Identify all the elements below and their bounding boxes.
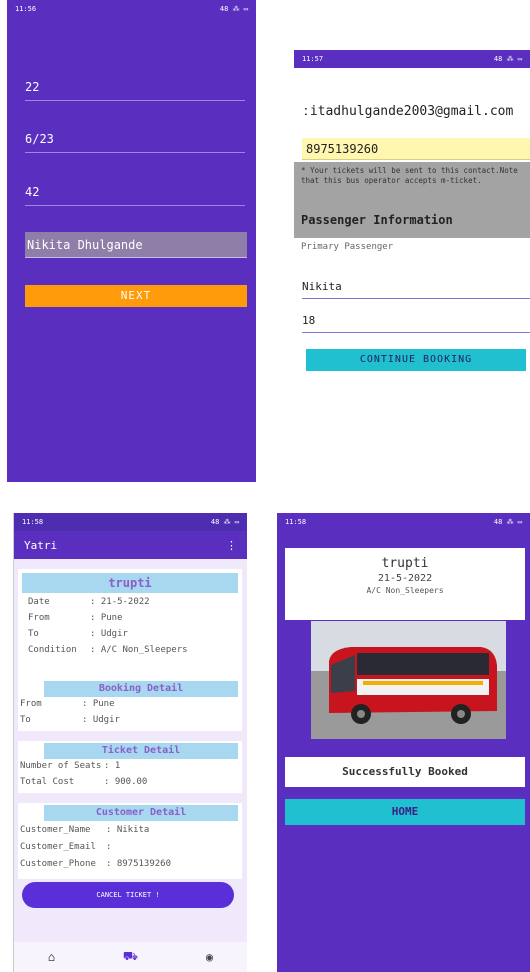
status-time: 11:57 <box>302 55 324 63</box>
booking-from-value: : Pune <box>82 699 115 709</box>
booking-from-label: From <box>20 699 42 709</box>
cancel-ticket-button[interactable]: CANCEL TICKET ! <box>22 882 234 908</box>
status-icons: 48 ⁂ ▭ <box>219 5 248 13</box>
overflow-menu-icon[interactable]: ⋮ <box>226 539 237 552</box>
seats-label: Number of Seats <box>20 761 102 771</box>
profile-icon[interactable]: ◉ <box>206 950 213 964</box>
seats-value: : 1 <box>104 761 121 771</box>
condition-value: : A/C Non_Sleepers <box>90 645 188 655</box>
phone-field[interactable]: 8975139260 <box>302 138 530 160</box>
customer-phone-value: : 8975139260 <box>106 859 172 869</box>
to-label: To <box>28 629 39 639</box>
trip-summary-card: trupti 21-5-2022 A/C Non_Sleepers <box>285 548 525 620</box>
input-field-2[interactable]: 6/23 <box>25 132 245 153</box>
status-bar: 11:58 48 ⁂ ▭ <box>277 513 530 531</box>
total-cost-label: Total Cost <box>20 777 75 787</box>
customer-name-label: Customer_Name <box>20 825 91 835</box>
bus-illustration <box>311 621 506 739</box>
first-name-field[interactable]: Nikita <box>302 280 530 299</box>
ticket-content: trupti Date : 21-5-2022 From : Pune To : Ud… <box>14 559 247 971</box>
status-time: 11:58 <box>22 518 44 526</box>
status-icons: 48 ⁂ ▭ <box>493 518 522 526</box>
status-bar: 11:56 48 ⁂ ▭ <box>7 0 256 18</box>
bottom-navigation: ⌂ ⛟ ◉ <box>14 942 247 972</box>
bus-name: trupti <box>381 556 429 571</box>
total-cost-value: : 900.00 <box>104 777 148 787</box>
app-title: Yatri <box>24 538 58 552</box>
success-message: Successfully Booked <box>285 757 525 787</box>
date-value: : 21-5-2022 <box>90 597 150 607</box>
status-time: 11:56 <box>15 5 37 13</box>
home-icon[interactable]: ⌂ <box>48 950 55 964</box>
customer-email-value: : <box>106 842 112 852</box>
customer-name-value: : Nikita <box>106 825 150 835</box>
continue-booking-button[interactable]: CONTINUE BOOKING <box>306 349 526 371</box>
ticket-detail-header: Ticket Detail <box>44 743 238 759</box>
status-bar: 11:58 48 ⁂ ▭ <box>14 513 247 531</box>
home-button[interactable]: HOME <box>285 799 525 825</box>
next-button[interactable]: NEXT <box>25 285 247 307</box>
status-icons: 48 ⁂ ▭ <box>493 55 522 63</box>
trip-date: 21-5-2022 <box>377 573 433 584</box>
ticket-note: * Your tickets will be sent to this cont… <box>301 166 518 185</box>
name-input[interactable]: Nikita Dhulgande <box>25 232 247 258</box>
input-field-3[interactable]: 42 <box>25 185 245 206</box>
to-value: : Udgir <box>90 629 128 639</box>
booking-to-value: : Udgir <box>82 715 120 725</box>
section-title: Passenger Information <box>301 213 453 227</box>
customer-email-label: Customer_Email <box>20 842 96 852</box>
bus-detail-entry-screen: 11:56 48 ⁂ ▭ 22 6/23 42 Nikita Dhulgande… <box>7 0 256 482</box>
from-value: : Pune <box>90 613 123 623</box>
ticket-card: Ticket Detail Number of Seats: 1 Total C… <box>18 741 242 793</box>
status-time: 11:58 <box>285 518 307 526</box>
input-field-1[interactable]: 22 <box>25 80 245 101</box>
bus-icon[interactable]: ⛟ <box>123 949 138 965</box>
ticket-detail-screen: 11:58 48 ⁂ ▭ Yatri ⋮ trupti Date : 21-5-2… <box>13 513 247 972</box>
customer-detail-header: Customer Detail <box>44 805 238 821</box>
email-field[interactable]: ːitadhulgande2003@gmail.com <box>302 104 513 119</box>
age-field[interactable]: 18 <box>302 314 530 333</box>
condition-label: Condition <box>28 645 77 655</box>
bus-name: trupti <box>22 573 238 593</box>
status-icons: 48 ⁂ ▭ <box>210 518 239 526</box>
booking-detail-header: Booking Detail <box>44 681 238 697</box>
customer-card: Customer Detail Customer_Name : Nikita Cu… <box>18 803 242 879</box>
app-bar: Yatri ⋮ <box>14 531 247 559</box>
trip-condition: A/C Non_Sleepers <box>366 586 444 595</box>
passenger-info-screen: 11:57 48 ⁂ ▭ ːitadhulgande2003@gmail.com… <box>294 50 530 492</box>
date-label: Date <box>28 597 50 607</box>
booking-to-label: To <box>20 715 31 725</box>
primary-passenger-label: Primary Passenger <box>301 242 394 252</box>
booking-success-screen: 11:58 48 ⁂ ▭ trupti 21-5-2022 A/C Non_Sl… <box>277 513 530 972</box>
from-label: From <box>28 613 50 623</box>
customer-phone-label: Customer_Phone <box>20 859 96 869</box>
status-bar: 11:57 48 ⁂ ▭ <box>294 50 530 68</box>
bus-image <box>311 621 506 739</box>
bus-card: trupti Date : 21-5-2022 From : Pune To : Ud… <box>18 569 242 687</box>
booking-card: Booking Detail From : Pune To : Udgir <box>18 679 242 731</box>
